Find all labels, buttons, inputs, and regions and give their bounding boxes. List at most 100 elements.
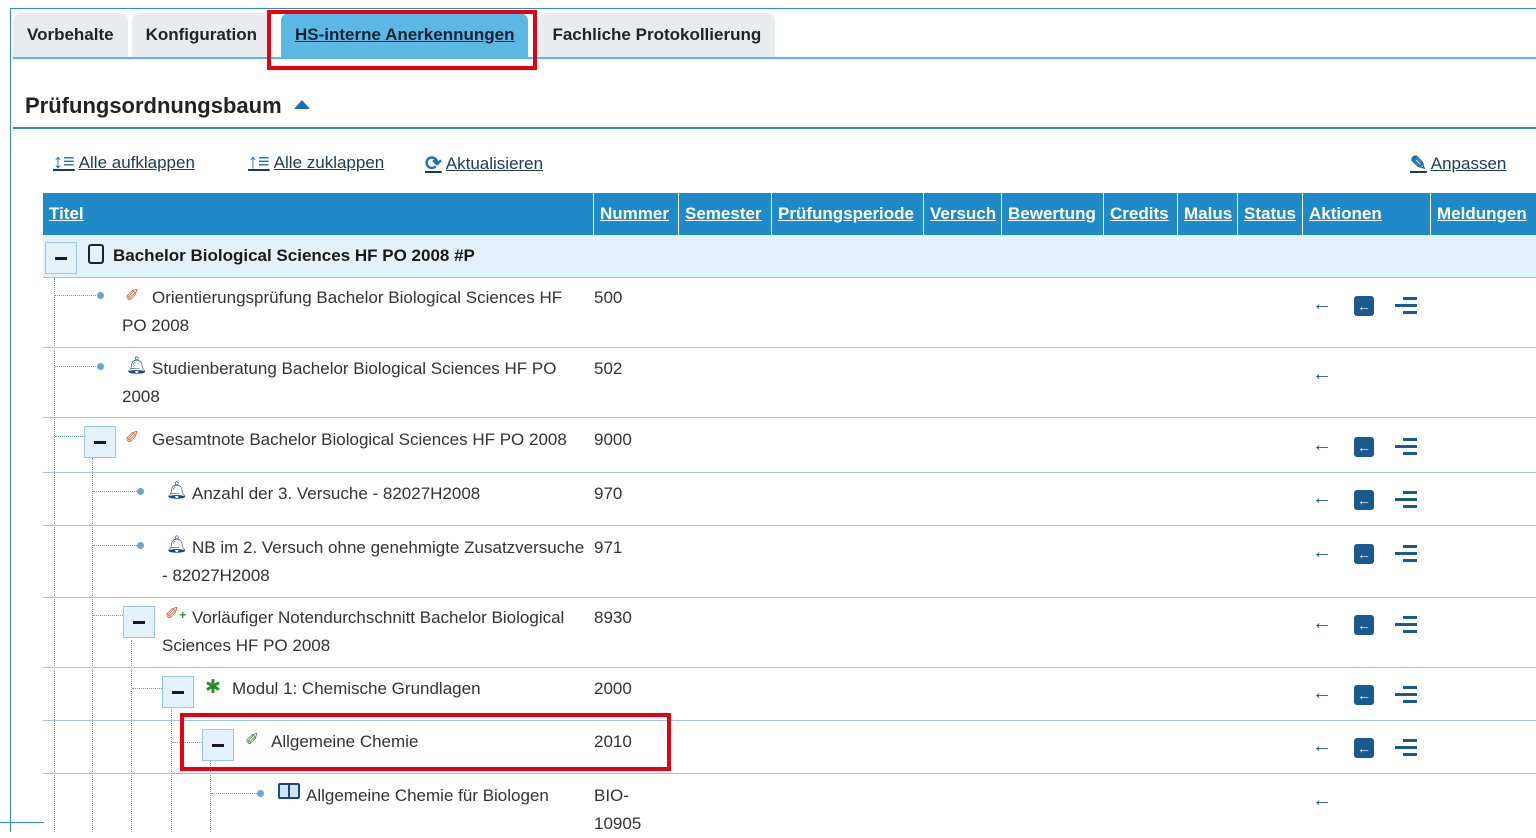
- arrow-left-icon[interactable]: ←: [1312, 487, 1332, 510]
- column-header-malus[interactable]: Malus: [1177, 193, 1237, 235]
- arrow-box-left-icon[interactable]: ←: [1354, 296, 1374, 316]
- section-title[interactable]: Prüfungsordnungsbaum: [25, 93, 310, 119]
- arrow-box-left-icon[interactable]: ←: [1354, 544, 1374, 564]
- tab-underline: [13, 57, 1536, 59]
- arrow-box-left-icon[interactable]: ←: [1354, 738, 1374, 758]
- tree-line: [132, 688, 162, 689]
- section-divider: [13, 127, 1536, 129]
- section-title-text: Prüfungsordnungsbaum: [25, 93, 282, 118]
- row-number-cont: 10905: [594, 814, 642, 833]
- tree-line: [55, 295, 100, 296]
- pencil-icon: ✎: [1410, 153, 1427, 175]
- row-title[interactable]: Orientierungsprüfung Bachelor Biological…: [152, 284, 562, 312]
- arrow-left-icon[interactable]: ←: [1312, 363, 1332, 386]
- column-header-meldungen[interactable]: Meldungen: [1430, 193, 1536, 235]
- collapse-toggle[interactable]: [162, 676, 194, 708]
- puzzle-icon: ✱: [205, 677, 221, 698]
- tree-node-dot: [137, 488, 144, 495]
- list-indent-icon[interactable]: [1395, 296, 1417, 316]
- row-title[interactable]: Gesamtnote Bachelor Biological Sciences …: [152, 426, 567, 454]
- bell-icon: 🔔︎: [166, 481, 188, 500]
- customize-button[interactable]: ✎ Anpassen: [1410, 151, 1506, 176]
- column-header-versuch[interactable]: Versuch: [923, 193, 1001, 235]
- column-header-nummer[interactable]: Nummer: [593, 193, 678, 235]
- tree-line: [93, 545, 139, 546]
- row-number: 502: [594, 359, 623, 378]
- tree-node-dot: [257, 790, 264, 797]
- bell-icon: 🔔︎: [166, 535, 188, 554]
- collapse-toggle[interactable]: [45, 242, 77, 274]
- row-title[interactable]: NB im 2. Versuch ohne genehmigte Zusatzv…: [192, 534, 584, 562]
- row-title[interactable]: Vorläufiger Notendurchschnitt Bachelor B…: [192, 604, 564, 632]
- expand-all-button[interactable]: ↕≡ Alle aufklappen: [53, 151, 195, 174]
- collapse-all-label: Alle zuklappen: [273, 152, 385, 172]
- list-indent-icon[interactable]: [1395, 738, 1417, 758]
- refresh-label: Aktualisieren: [445, 153, 544, 173]
- row-number: 970: [594, 484, 623, 503]
- collapse-caret-icon[interactable]: [293, 100, 310, 109]
- frame-top-border: [10, 8, 1536, 9]
- row-number: 8930: [594, 608, 632, 627]
- row-title[interactable]: Anzahl der 3. Versuche - 82027H2008: [192, 480, 480, 508]
- list-indent-icon[interactable]: [1395, 615, 1417, 635]
- bell-icon: 🔔︎: [126, 356, 148, 375]
- row-number: 9000: [594, 430, 632, 449]
- grid-header: Titel Nummer Semester Prüfungsperiode Ve…: [43, 193, 1536, 235]
- row-title[interactable]: Studienberatung Bachelor Biological Scie…: [152, 355, 556, 383]
- tab-vorbehalte[interactable]: Vorbehalte: [13, 13, 128, 57]
- column-header-bewertung[interactable]: Bewertung: [1001, 193, 1103, 235]
- refresh-icon: ⟳: [425, 153, 442, 175]
- tag-icon: ✐: [125, 428, 140, 447]
- expand-all-label: Alle aufklappen: [78, 152, 195, 172]
- list-indent-icon[interactable]: [1395, 490, 1417, 510]
- arrow-box-left-icon[interactable]: ←: [1354, 615, 1374, 635]
- row-title[interactable]: Allgemeine Chemie für Biologen: [306, 782, 549, 810]
- arrow-left-icon[interactable]: ←: [1312, 541, 1332, 564]
- column-header-titel[interactable]: Titel: [43, 193, 593, 235]
- column-header-pruefungsperiode[interactable]: Prüfungsperiode: [771, 193, 923, 235]
- arrow-box-left-icon[interactable]: ←: [1354, 490, 1374, 510]
- arrow-left-icon[interactable]: ←: [1312, 789, 1332, 812]
- highlight-box-row: [180, 713, 671, 771]
- collapse-all-button[interactable]: ↑≡ Alle zuklappen: [248, 151, 384, 174]
- arrow-box-left-icon[interactable]: ←: [1354, 685, 1374, 705]
- row-number: 971: [594, 538, 623, 557]
- tab-fachliche-protokollierung[interactable]: Fachliche Protokollierung: [538, 13, 776, 57]
- book-icon: [278, 783, 300, 799]
- list-indent-icon[interactable]: [1395, 685, 1417, 705]
- tag-icon: ✐: [125, 286, 140, 305]
- row-title-cont: - 82027H2008: [162, 566, 270, 585]
- collapse-toggle[interactable]: [84, 426, 116, 458]
- frame-corner-line: [0, 822, 44, 823]
- arrow-left-icon[interactable]: ←: [1312, 682, 1332, 705]
- row-number: 500: [594, 288, 623, 307]
- tree-line: [93, 615, 123, 616]
- row-number: 2000: [594, 679, 632, 698]
- arrow-left-icon[interactable]: ←: [1312, 735, 1332, 758]
- row-title-cont: Sciences HF PO 2008: [162, 636, 331, 655]
- row-title[interactable]: Bachelor Biological Sciences HF PO 2008 …: [113, 242, 475, 270]
- highlight-box-tab: [267, 10, 537, 70]
- tree-node-dot: [137, 542, 144, 549]
- row-title[interactable]: Modul 1: Chemische Grundlagen: [232, 675, 481, 703]
- arrow-left-icon[interactable]: ←: [1312, 293, 1332, 316]
- column-header-status[interactable]: Status: [1237, 193, 1302, 235]
- arrow-box-left-icon[interactable]: ←: [1354, 437, 1374, 457]
- tab-konfiguration[interactable]: Konfiguration: [131, 13, 272, 57]
- arrow-left-icon[interactable]: ←: [1312, 434, 1332, 457]
- list-indent-icon[interactable]: [1395, 437, 1417, 457]
- column-header-aktionen[interactable]: Aktionen: [1302, 193, 1430, 235]
- collapse-toggle[interactable]: [123, 606, 155, 638]
- row-number: BIO-: [594, 786, 629, 805]
- frame-left-border: [10, 8, 11, 832]
- column-header-credits[interactable]: Credits: [1103, 193, 1177, 235]
- expand-all-icon: ↕≡: [53, 151, 75, 173]
- column-header-semester[interactable]: Semester: [678, 193, 771, 235]
- refresh-button[interactable]: ⟳ Aktualisieren: [425, 151, 543, 176]
- arrow-left-icon[interactable]: ←: [1312, 612, 1332, 635]
- tree-line: [93, 491, 139, 492]
- tree-line: [211, 793, 261, 794]
- tree-node-dot: [97, 363, 104, 370]
- list-indent-icon[interactable]: [1395, 544, 1417, 564]
- collapse-all-icon: ↑≡: [248, 151, 270, 173]
